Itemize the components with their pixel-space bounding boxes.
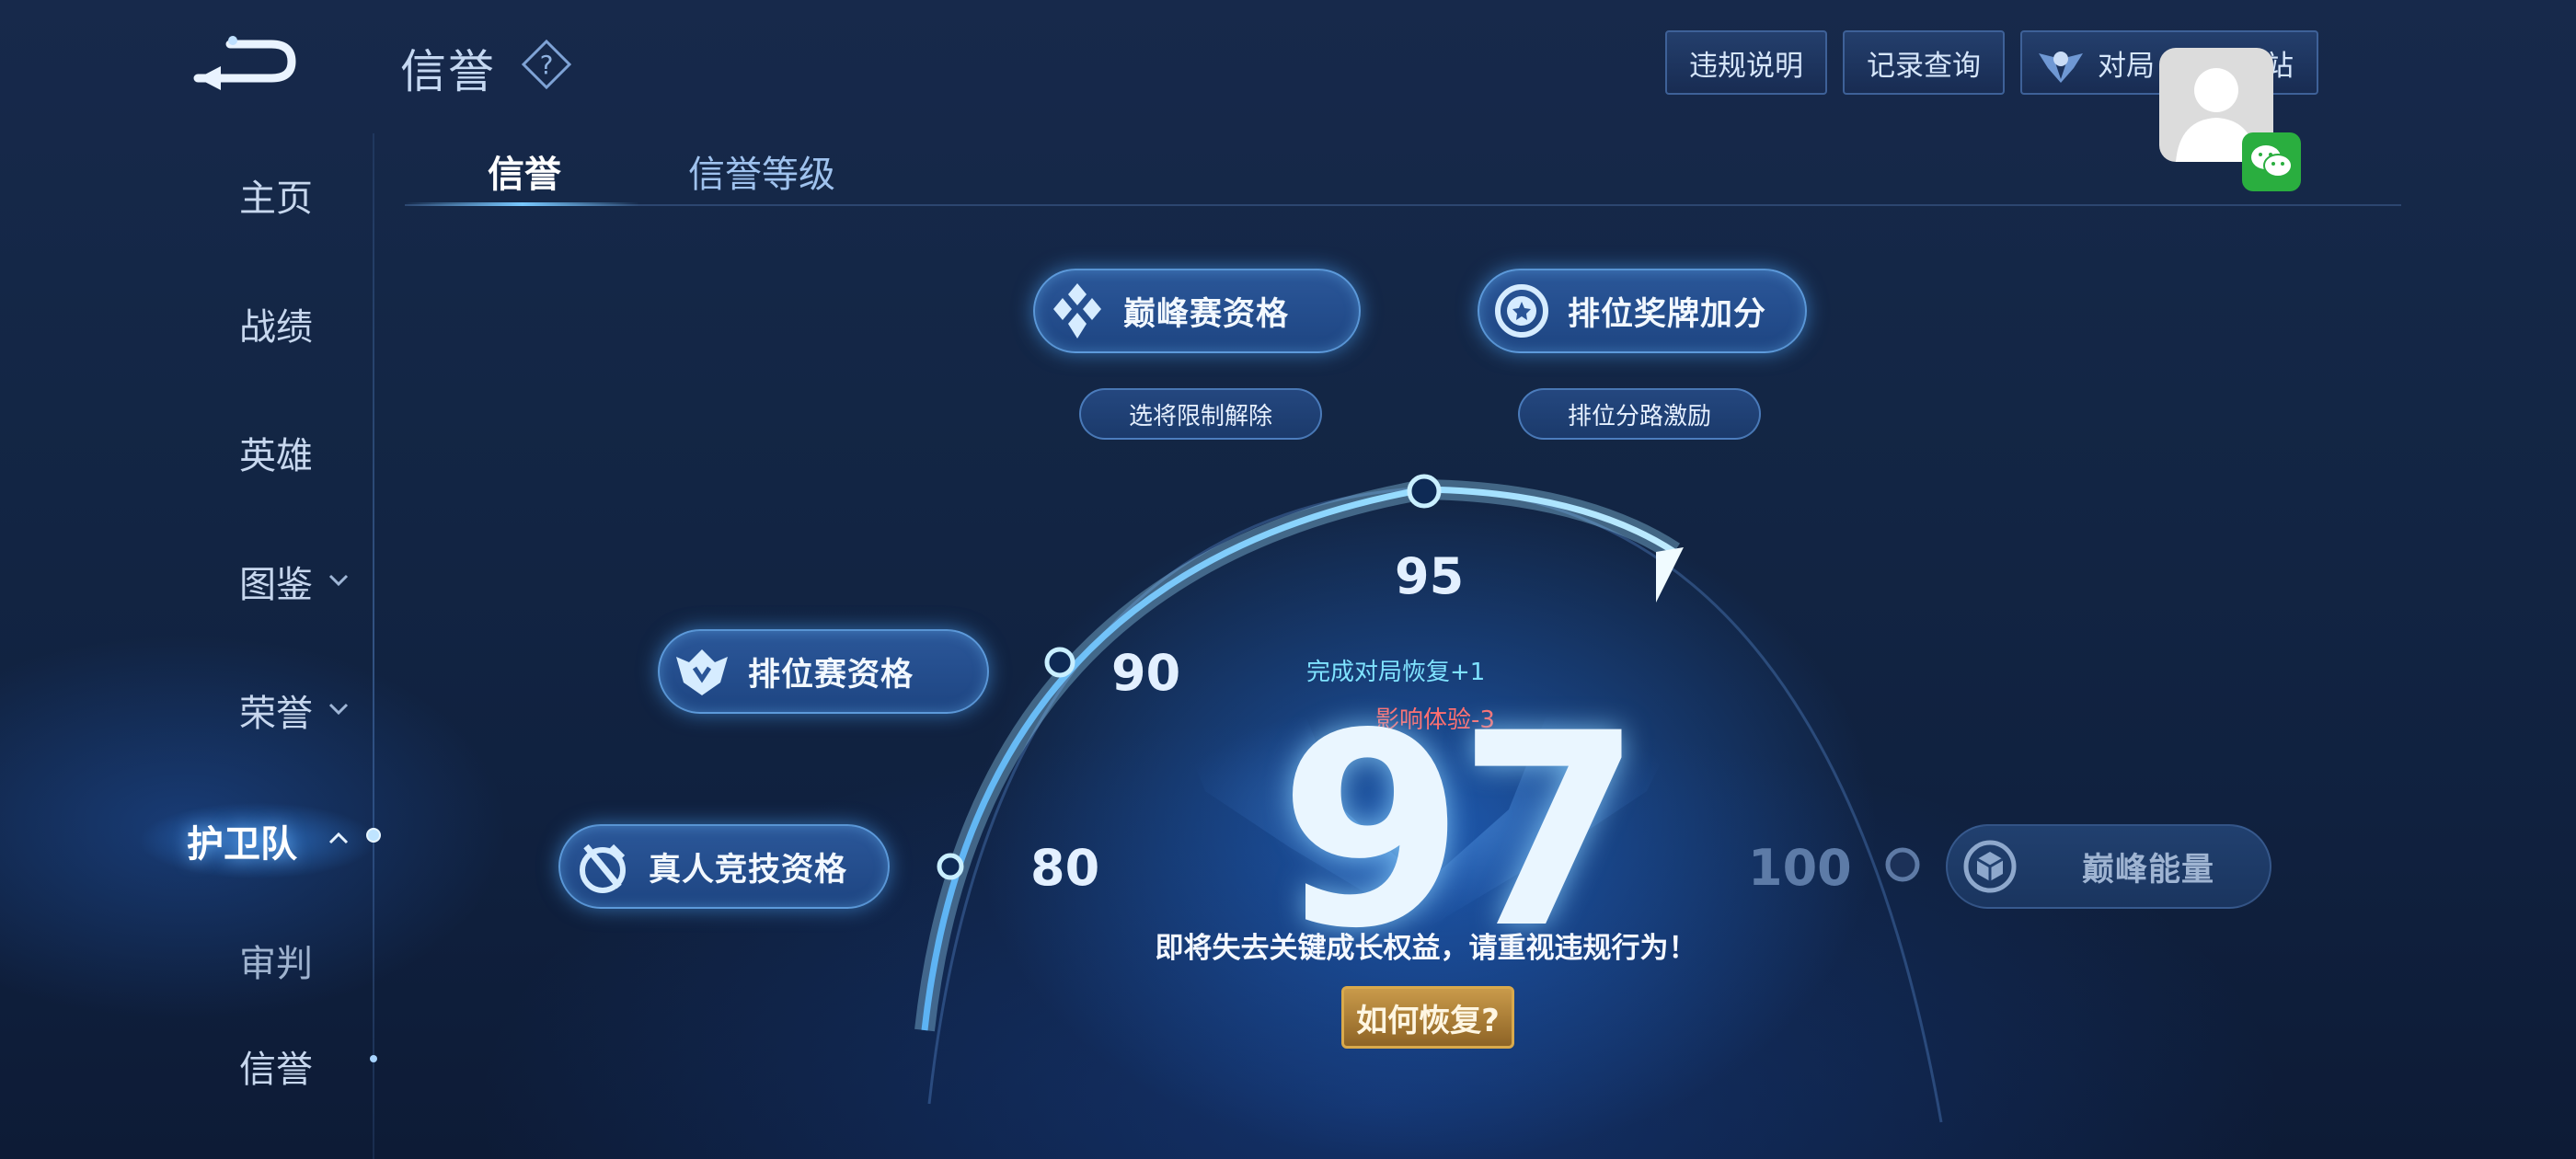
marker-80-label: 80 (1030, 839, 1100, 897)
back-button[interactable] (189, 28, 304, 92)
current-page-dot (370, 1055, 377, 1062)
sword-badge-icon (580, 843, 626, 893)
wechat-icon[interactable] (2242, 132, 2301, 191)
cube-icon (1963, 840, 2017, 893)
pvp-match-label: 真人竞技资格 (649, 851, 848, 889)
violation-info-label: 违规说明 (1689, 49, 1803, 83)
rank-match-label: 排位赛资格 (748, 656, 914, 694)
sidebar-divider (373, 133, 374, 1159)
marker-80-dot (937, 853, 964, 880)
peak-match-label: 巅峰赛资格 (1123, 295, 1290, 333)
active-indicator-dot (366, 828, 381, 843)
chevron-down-icon[interactable] (327, 697, 351, 721)
chevron-down-icon[interactable] (327, 568, 351, 592)
record-query-label: 记录查询 (1867, 49, 1981, 83)
sidebar-item-credit[interactable]: 信誉 (184, 1039, 368, 1093)
marker-90-dot (1044, 647, 1075, 678)
rank-match-pill[interactable]: 排位赛资格 (658, 629, 989, 714)
pvp-match-pill[interactable]: 真人竞技资格 (558, 824, 890, 909)
page-title: 信誉 (400, 45, 496, 98)
record-query-button[interactable]: 记录查询 (1843, 30, 2005, 95)
warning-message: 即将失去关键成长权益，请重视违规行为！ (1155, 932, 1697, 965)
tab-active-underline (405, 202, 639, 206)
marker-100-dot (1885, 847, 1920, 882)
rank-medal-label: 排位奖牌加分 (1568, 295, 1767, 333)
chevron-up-icon[interactable] (327, 826, 351, 850)
diamond-cluster-icon (1053, 283, 1101, 339)
rank-medal-pill[interactable]: 排位奖牌加分 (1478, 269, 1807, 353)
rank-lane-pill: 排位分路激励 (1518, 388, 1761, 440)
marker-100-label: 100 (1748, 839, 1852, 897)
sidebar-item-judge[interactable]: 审判 (184, 934, 368, 987)
back-arrow-icon (193, 36, 296, 90)
medal-star-icon (1495, 284, 1548, 338)
peak-energy-pill[interactable]: 巅峰能量 (1946, 824, 2271, 909)
peak-energy-label: 巅峰能量 (2082, 851, 2215, 889)
question-icon[interactable]: ? (521, 39, 572, 90)
sidebar-item-home[interactable]: 主页 (184, 168, 368, 222)
peak-match-pill[interactable]: 巅峰赛资格 (1033, 269, 1361, 353)
shield-wings-icon (2039, 52, 2083, 83)
match-station-label: 对局 (2098, 49, 2155, 83)
sidebar-item-guard[interactable]: 护卫队 (182, 814, 302, 867)
tab-divider (405, 204, 2401, 206)
crown-shield-icon (676, 649, 728, 695)
tab-credit[interactable]: 信誉 (488, 144, 561, 198)
sidebar-item-heroes[interactable]: 英雄 (184, 426, 368, 479)
violation-info-button[interactable]: 违规说明 (1665, 30, 1827, 95)
tab-credit-level[interactable]: 信誉等级 (688, 144, 835, 198)
marker-90-label: 90 (1111, 644, 1181, 702)
marker-95-dot (1407, 474, 1442, 509)
how-to-recover-button[interactable]: 如何恢复? (1341, 986, 1514, 1049)
svg-text:?: ? (540, 50, 554, 80)
marker-95-label: 95 (1395, 547, 1465, 605)
sidebar-item-record[interactable]: 战绩 (184, 297, 368, 350)
hero-limit-pill: 选将限制解除 (1079, 388, 1322, 440)
